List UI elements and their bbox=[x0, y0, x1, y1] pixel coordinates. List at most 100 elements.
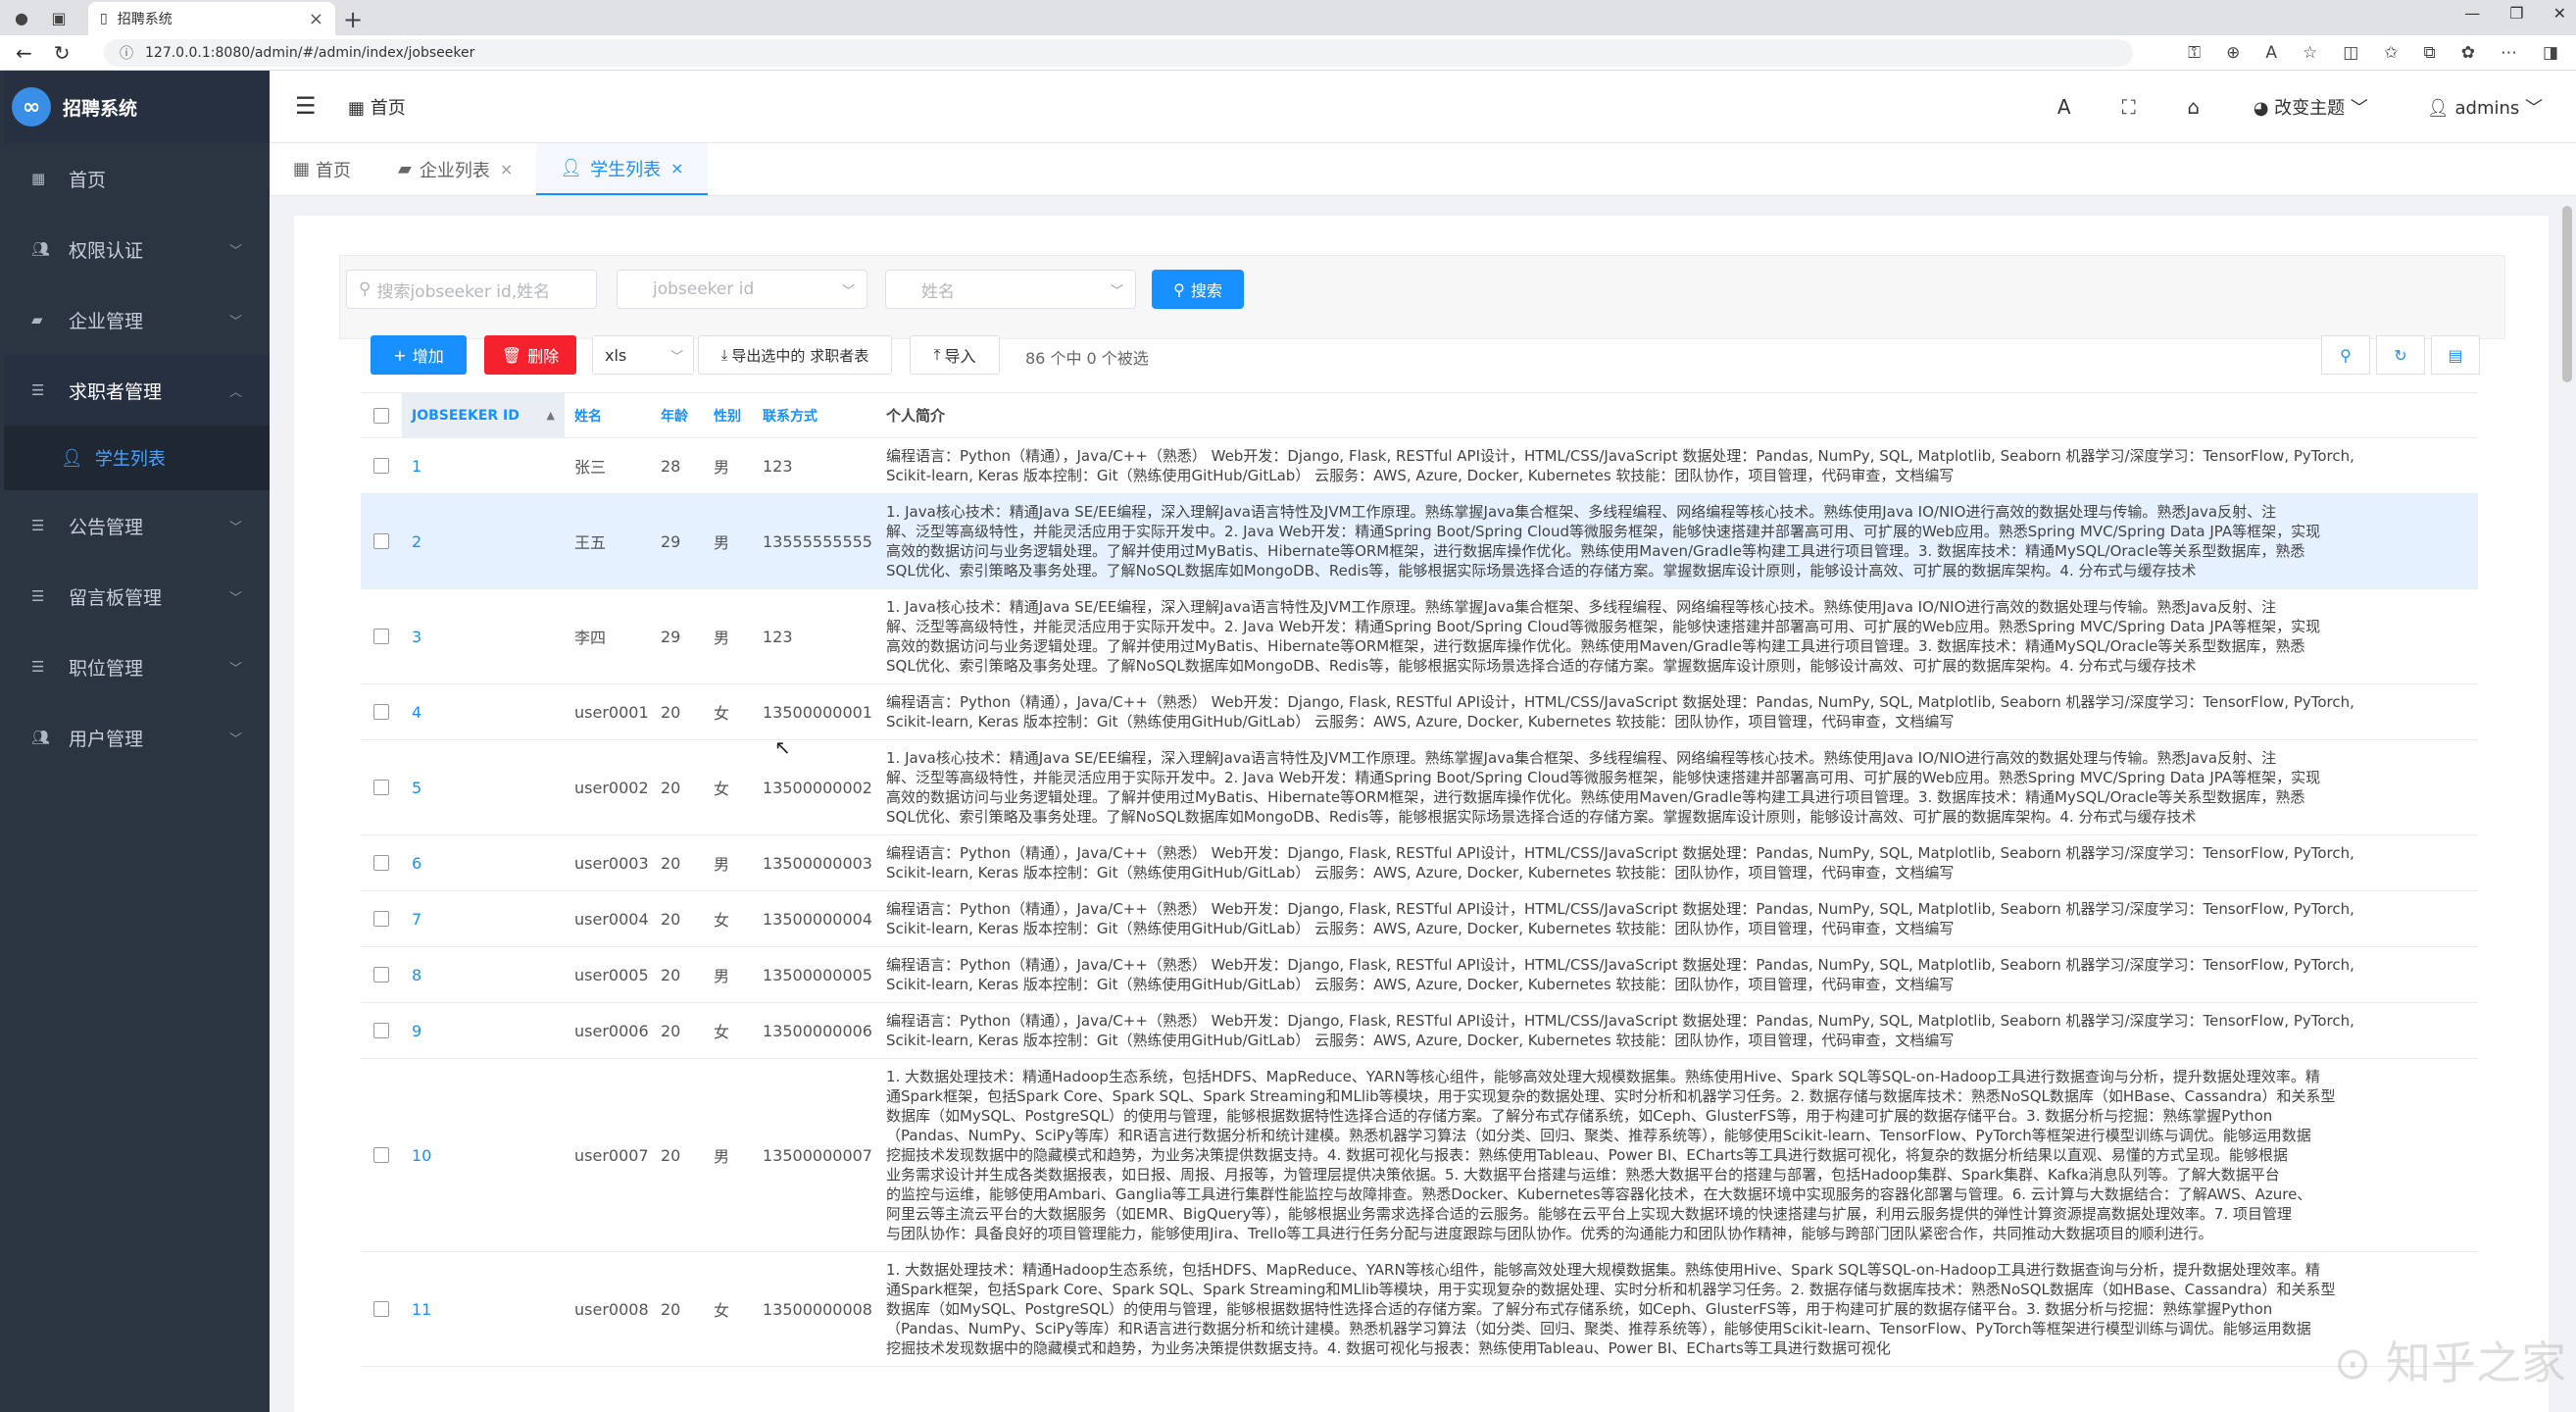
column-header-contact[interactable]: 联系方式 bbox=[759, 406, 880, 426]
row-checkbox[interactable] bbox=[373, 911, 389, 927]
row-checkbox[interactable] bbox=[373, 1301, 389, 1317]
columns-icon[interactable]: ▤ bbox=[2431, 335, 2480, 375]
column-header-intro[interactable]: 个人简介 bbox=[880, 406, 2478, 426]
cell-id[interactable]: 1 bbox=[402, 457, 565, 476]
jobseeker-id-select[interactable]: jobseeker id ﹀ bbox=[617, 270, 867, 309]
minimize-icon[interactable]: — bbox=[2464, 4, 2480, 23]
column-header-age[interactable]: 年龄 bbox=[653, 406, 706, 426]
sidebar-item-home[interactable]: ▦ 首页 bbox=[4, 143, 270, 214]
name-select[interactable]: 姓名 ﹀ bbox=[885, 270, 1136, 309]
cell-id[interactable]: 2 bbox=[402, 532, 565, 551]
refresh-icon[interactable]: ↻ bbox=[2376, 335, 2425, 375]
export-selected-button[interactable]: ⤓ 导出选中的 求职者表 bbox=[698, 335, 892, 375]
add-button[interactable]: + 增加 bbox=[371, 335, 467, 375]
page-scrollbar[interactable] bbox=[2562, 206, 2572, 382]
add-label: 增加 bbox=[412, 347, 444, 366]
table-row[interactable]: 6 user0003 20 男 13500000003 编程语言：Python（精通），J… bbox=[361, 835, 2478, 891]
back-icon[interactable]: ← bbox=[16, 41, 32, 65]
user-dropdown[interactable]: 👤︎ admins ﹀ bbox=[2427, 94, 2543, 120]
cell-id[interactable]: 9 bbox=[402, 1022, 565, 1040]
row-checkbox[interactable] bbox=[373, 629, 389, 644]
cell-name: user0007 bbox=[574, 1145, 649, 1165]
table-row[interactable]: 8 user0005 20 男 13500000005 编程语言：Python（精通），J… bbox=[361, 947, 2478, 1003]
sidebar-subitem-student-list[interactable]: 👤︎ 学生列表 bbox=[4, 426, 270, 490]
tab-home[interactable]: ▦ 首页 bbox=[270, 143, 374, 195]
tab-company-list[interactable]: ▰ 企业列表 × bbox=[374, 143, 536, 195]
delete-button[interactable]: 🗑︎ 删除 bbox=[484, 335, 576, 375]
sidebar-item-company[interactable]: ▰ 企业管理 ﹀ bbox=[4, 284, 270, 355]
keyword-search-input[interactable]: ⚲ 搜索jobseeker id,姓名 bbox=[346, 270, 597, 309]
row-checkbox[interactable] bbox=[373, 533, 389, 549]
reload-icon[interactable]: ↻ bbox=[54, 41, 71, 65]
url-field[interactable]: ⓘ 127.0.0.1:8080/admin/#/admin/index/job… bbox=[104, 39, 2133, 67]
window-close-icon[interactable]: ✕ bbox=[2553, 4, 2566, 23]
restore-icon[interactable]: ❐ bbox=[2509, 4, 2523, 23]
font-size-icon[interactable]: A bbox=[2032, 95, 2097, 119]
table-row[interactable]: 10 user0007 20 男 13500000007 1. 大数据处理技术：精通Had… bbox=[361, 1059, 2478, 1252]
row-checkbox[interactable] bbox=[373, 704, 389, 720]
close-icon[interactable]: × bbox=[500, 160, 513, 178]
row-checkbox[interactable] bbox=[373, 855, 389, 871]
close-icon[interactable]: × bbox=[309, 9, 323, 29]
favorite-icon[interactable]: ☆ bbox=[2303, 43, 2317, 63]
column-header-name[interactable]: 姓名 bbox=[565, 406, 653, 426]
sidebar-item-position[interactable]: ☰ 职位管理 ﹀ bbox=[4, 631, 270, 702]
export-format-select[interactable]: xls ﹀ bbox=[592, 335, 694, 375]
info-icon[interactable]: ⓘ bbox=[120, 43, 133, 63]
user-icon: 👤︎ bbox=[2426, 98, 2450, 119]
column-header-gender[interactable]: 性别 bbox=[706, 406, 759, 426]
profile-icon[interactable]: ● bbox=[10, 6, 33, 29]
key-icon[interactable]: ⚿ bbox=[2188, 43, 2201, 63]
search-button[interactable]: ⚲ 搜索 bbox=[1152, 270, 1244, 309]
theme-dropdown[interactable]: ◕ 改变主题 ﹀ bbox=[2254, 94, 2368, 120]
row-checkbox[interactable] bbox=[373, 780, 389, 795]
new-tab-icon[interactable]: + bbox=[343, 6, 363, 33]
cell-id[interactable]: 11 bbox=[402, 1300, 565, 1319]
import-button[interactable]: ⤒ 导入 bbox=[910, 335, 1000, 375]
cell-id[interactable]: 3 bbox=[402, 628, 565, 646]
zoom-icon[interactable]: ⊕ bbox=[2226, 43, 2240, 63]
table-row[interactable]: 1 张三 28 男 123 编程语言：Python（精通），Java/C++（熟悉） We… bbox=[361, 438, 2478, 494]
tab-actions-icon[interactable]: ▣ bbox=[47, 6, 71, 29]
cell-id[interactable]: 8 bbox=[402, 966, 565, 984]
sidebar-toggle-icon[interactable]: ◨ bbox=[2543, 43, 2558, 63]
cell-id[interactable]: 4 bbox=[402, 703, 565, 722]
browser-tab[interactable]: ▯ 招聘系统 × bbox=[88, 2, 335, 35]
table-row[interactable]: 4 user0001 20 女 13500000001 编程语言：Python（精通），J… bbox=[361, 684, 2478, 740]
tab-student-list[interactable]: 👤︎ 学生列表 × bbox=[536, 143, 708, 195]
select-all-checkbox[interactable] bbox=[373, 407, 389, 424]
home-icon[interactable]: ⌂ bbox=[2161, 95, 2226, 119]
header-home-link[interactable]: ▦ 首页 bbox=[348, 94, 406, 120]
split-screen-icon[interactable]: ◫ bbox=[2343, 43, 2358, 63]
read-aloud-icon[interactable]: A bbox=[2265, 43, 2277, 63]
sidebar-item-notice[interactable]: ☰ 公告管理 ﹀ bbox=[4, 490, 270, 561]
collections-icon[interactable]: ⧉ bbox=[2424, 43, 2436, 63]
cell-id[interactable]: 6 bbox=[402, 854, 565, 873]
table-row[interactable]: 7 user0004 20 女 13500000004 编程语言：Python（精通），J… bbox=[361, 891, 2478, 947]
table-row[interactable]: 9 user0006 20 女 13500000006 编程语言：Python（精通），J… bbox=[361, 1003, 2478, 1059]
sidebar-item-messageboard[interactable]: ☰ 留言板管理 ﹀ bbox=[4, 561, 270, 631]
close-icon[interactable]: × bbox=[670, 159, 683, 177]
cell-id[interactable]: 10 bbox=[402, 1146, 565, 1165]
cell-id[interactable]: 5 bbox=[402, 779, 565, 797]
more-icon[interactable]: ⋯ bbox=[2501, 43, 2517, 63]
table-row[interactable]: 3 李四 29 男 123 1. Java核心技术：精通Java SE/EE编程，深入理解… bbox=[361, 589, 2478, 684]
table-row[interactable]: 2 王五 29 男 13555555555 1. Java核心技术：精通Java SE/E… bbox=[361, 494, 2478, 589]
row-checkbox[interactable] bbox=[373, 1147, 389, 1163]
row-checkbox[interactable] bbox=[373, 1023, 389, 1038]
sidebar-item-jobseeker[interactable]: ☰ 求职者管理 ︿ bbox=[4, 355, 270, 426]
favorites-icon[interactable]: ✩ bbox=[2384, 43, 2398, 63]
extension-icon[interactable]: ✿ bbox=[2461, 43, 2475, 63]
row-checkbox[interactable] bbox=[373, 967, 389, 983]
cell-id[interactable]: 7 bbox=[402, 910, 565, 929]
table-row[interactable]: 5 user0002 20 女 13500000002 1. Java核心技术：精通Jav… bbox=[361, 740, 2478, 835]
fullscreen-icon[interactable]: ⛶ bbox=[2097, 95, 2161, 119]
column-header-id[interactable]: JOBSEEKER ID ▲ bbox=[402, 392, 565, 438]
sidebar-item-users[interactable]: 👥︎ 用户管理 ﹀ bbox=[4, 702, 270, 773]
search-toggle-icon[interactable]: ⚲ bbox=[2321, 335, 2370, 375]
table-row[interactable]: 11 user0008 20 女 13500000008 1. 大数据处理技术：精通Had… bbox=[361, 1252, 2478, 1367]
sort-icon[interactable]: ▲ bbox=[547, 409, 555, 422]
sidebar-item-auth[interactable]: 👥︎ 权限认证 ﹀ bbox=[4, 214, 270, 284]
menu-toggle-icon[interactable]: ☰ bbox=[295, 92, 317, 120]
row-checkbox[interactable] bbox=[373, 458, 389, 474]
